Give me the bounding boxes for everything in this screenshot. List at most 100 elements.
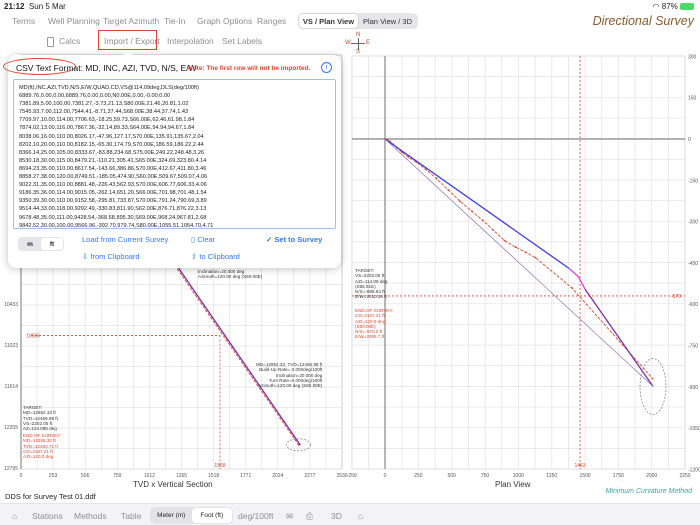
annotation-line: MD=12952.33 ft bbox=[23, 410, 56, 416]
unit-m[interactable]: m bbox=[19, 238, 41, 250]
import-note: Note: The first row will not be imported… bbox=[188, 65, 311, 72]
survey-point bbox=[525, 251, 527, 254]
table-button[interactable]: Table bbox=[121, 511, 141, 521]
csv-line: 9186.35,36.00,114.00,9015.05,-262.14,651… bbox=[19, 190, 207, 197]
csv-line: 8038.06,16.00,110.00,8026.17,-47.96,127.… bbox=[19, 133, 204, 140]
y-tick-label: 300 bbox=[688, 54, 697, 60]
unit-toggle[interactable]: m ft bbox=[18, 237, 64, 251]
x-tick-label: 1750 bbox=[613, 473, 624, 479]
unit-ft[interactable]: ft bbox=[41, 238, 63, 250]
y-tick-label: -150 bbox=[688, 178, 698, 184]
checkmark-icon: ✓ bbox=[266, 235, 273, 244]
y-tick-label: -450 bbox=[688, 261, 698, 267]
survey-point bbox=[470, 210, 473, 213]
from-clipboard-button[interactable]: ⇩ from Clipboard bbox=[82, 252, 140, 261]
x-tick-label: 500 bbox=[447, 473, 456, 479]
info-icon[interactable]: i bbox=[321, 62, 332, 73]
x-tick-label: 1518 bbox=[208, 473, 219, 479]
annotation-line: Build-Up Rate= 0.000deg/100ft bbox=[259, 367, 323, 373]
y-tick-label: 150 bbox=[688, 96, 697, 102]
survey-point bbox=[651, 377, 654, 380]
x-tick-label: -250 bbox=[347, 473, 357, 479]
csv-line: 9842.52,30.00,100.00,9566.96,-392.70,979… bbox=[19, 222, 214, 229]
file-name: DDS for Survey Test 01.ddf bbox=[5, 492, 96, 501]
x-tick-label: 2277 bbox=[304, 473, 315, 479]
crosshair-x-label: 1463 bbox=[575, 463, 586, 469]
clear-button[interactable]: ▯ Clear bbox=[191, 235, 215, 244]
import-export-popover: CSV Text Format: MD, INC, AZI, TVD, N/S,… bbox=[3, 55, 341, 268]
foot-option[interactable]: Foot (ft) bbox=[191, 508, 232, 523]
y-tick-label: -300 bbox=[688, 220, 698, 226]
y-tick-label: 10433 bbox=[4, 302, 18, 308]
csv-format-label: CSV Text Format: MD, INC, AZI, TVD, N/S,… bbox=[16, 63, 197, 73]
annotation-line: Azimuth=120.00 deg (S60.00E) bbox=[258, 383, 323, 389]
survey-point bbox=[534, 256, 537, 259]
csv-line: 7709.97,10.00,114.00,7706.63,-18.25,59.7… bbox=[19, 117, 195, 124]
survey-point bbox=[447, 189, 450, 191]
csv-line: 7381.89,5.00,100.00,7381.27,-3.73,21.13,… bbox=[19, 101, 189, 108]
dls-unit-button[interactable]: deg/100ft bbox=[238, 511, 273, 521]
target-annotation: TARGET: MD=12952.33 ft TVD=12466.98 ft VS=2… bbox=[23, 405, 58, 431]
y-tick-label: -750 bbox=[688, 344, 698, 350]
survey-point bbox=[492, 229, 495, 231]
x-tick-label: 750 bbox=[481, 473, 490, 479]
csv-line: 8366.14,25.00,105.00,8333.67,-83.88,234.… bbox=[19, 149, 205, 156]
x-tick-label: 506 bbox=[81, 473, 90, 479]
y-tick-label: -1050 bbox=[688, 426, 700, 432]
y-tick-label: 12795 bbox=[4, 466, 18, 472]
trash-icon: ▯ bbox=[191, 235, 196, 244]
crosshair-x-label: 1568 bbox=[214, 463, 225, 469]
csv-line: 9350.39,30.00,110.00,9152.58,-295.81,733… bbox=[19, 198, 207, 205]
survey-point bbox=[435, 177, 438, 180]
bottom-toolbar: ⌂ Stations Methods Table Meter (m) Foot … bbox=[0, 503, 700, 525]
csv-line: MD(ft),INC,AZI,TVD,N/S,E/W,QUAD,CD,VS@11… bbox=[19, 85, 199, 91]
survey-point bbox=[459, 200, 461, 203]
annotation-line: Azimuth=120.00 deg (S60.00E) bbox=[198, 274, 263, 280]
target-annotation: TARGET: VS=2202.05 ft AZI=114.09 deg (S65.9… bbox=[355, 268, 387, 300]
x-tick-label: 253 bbox=[49, 473, 58, 479]
csv-line: 7545.93,7.00,112.00,7544.41,-8.71,37.44,… bbox=[19, 109, 189, 116]
end-survey-annotation: END OF SURVEY: MD=12959.32 ft TVD=12460.71… bbox=[23, 433, 61, 459]
csv-line: 8694.23,35.00,110.00,8617.54,-143.66,386… bbox=[19, 165, 207, 172]
csv-line: 9678.48,35.00,111.00,9428.54,-368.68,895… bbox=[19, 214, 207, 221]
meter-option[interactable]: Meter (m) bbox=[151, 508, 192, 523]
csv-line: 8530.18,30.00,115.00,8479.21,-110.21,305… bbox=[19, 157, 207, 164]
mail-icon[interactable]: ✉ bbox=[286, 511, 293, 522]
crosshair-y-label: -570 bbox=[671, 294, 681, 300]
x-tick-label: 2024 bbox=[272, 473, 283, 479]
x-tick-label: 0 bbox=[20, 473, 23, 479]
home-icon[interactable]: ⌂ bbox=[358, 511, 363, 521]
3d-button[interactable]: 3D bbox=[331, 511, 342, 521]
annotation-line: AZ=114.085 deg bbox=[23, 426, 57, 432]
print-icon[interactable]: ⎙ bbox=[306, 511, 313, 522]
y-tick-label: 11614 bbox=[4, 384, 18, 390]
popover-arrow bbox=[122, 50, 134, 56]
download-icon: ⇩ bbox=[82, 252, 89, 261]
y-tick-label: -900 bbox=[688, 385, 698, 391]
x-tick-label: 1265 bbox=[176, 473, 187, 479]
annotation-line: E/W=2010.34 ft bbox=[355, 294, 387, 300]
vs-chart-title: TVD x Vertical Section bbox=[133, 480, 213, 489]
calc-method: Minimum Curvature Method bbox=[605, 488, 692, 495]
set-to-survey-button[interactable]: ✓ Set to Survey bbox=[266, 235, 322, 244]
y-tick-label: -1200 bbox=[688, 467, 700, 473]
x-tick-label: 759 bbox=[113, 473, 122, 479]
x-tick-label: 1771 bbox=[240, 473, 251, 479]
csv-line: 9514.44,33.00,118.00,9292.49,-330.83,811… bbox=[19, 206, 207, 213]
to-clipboard-button[interactable]: ⇧ to Clipboard bbox=[191, 252, 240, 261]
csv-line: 7874.02,13.00,116.00,7867.36,-32.14,89.3… bbox=[19, 125, 195, 132]
survey-point bbox=[481, 219, 484, 222]
survey-point bbox=[503, 239, 506, 242]
methods-button[interactable]: Methods bbox=[74, 511, 107, 521]
crosshair-y-label: 10886 bbox=[26, 333, 40, 339]
y-tick-label: -600 bbox=[688, 302, 698, 308]
x-tick-label: 0 bbox=[384, 473, 387, 479]
csv-textarea[interactable]: MD(ft),INC,AZI,TVD,N/S,E/W,QUAD,CD,VS@11… bbox=[13, 79, 336, 229]
stations-button[interactable]: Stations bbox=[32, 511, 63, 521]
stations-icon[interactable]: ⌂ bbox=[12, 511, 17, 521]
load-current-survey-button[interactable]: Load from Current Survey bbox=[82, 235, 168, 244]
x-tick-label: 1012 bbox=[144, 473, 155, 479]
x-tick-label: 2250 bbox=[679, 473, 690, 479]
x-tick-label: 1250 bbox=[546, 473, 557, 479]
unit-segment[interactable]: Meter (m) Foot (ft) bbox=[150, 507, 233, 524]
